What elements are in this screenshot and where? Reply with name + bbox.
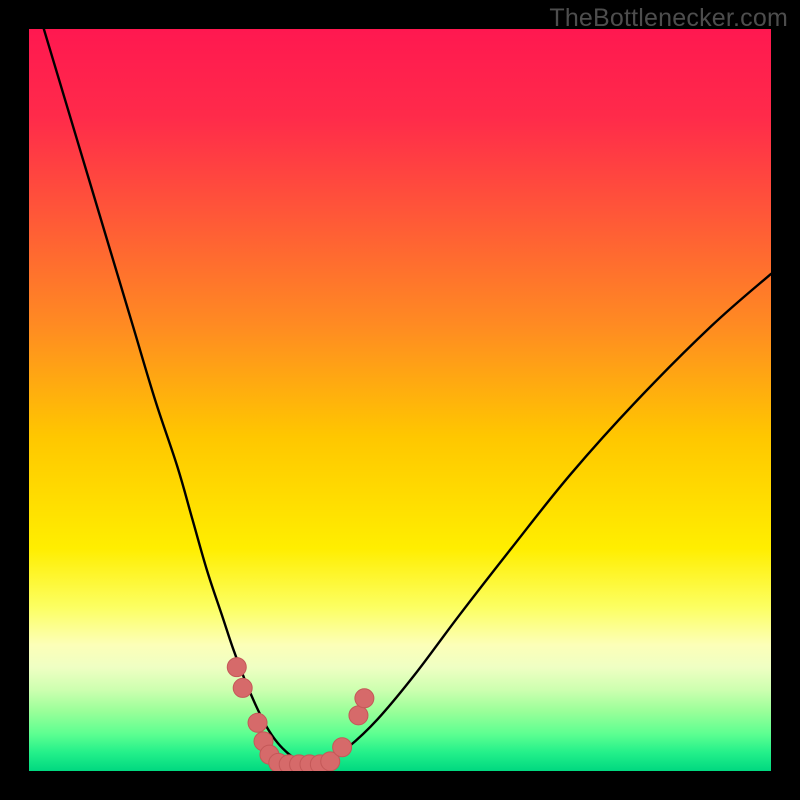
- gradient-background: [29, 29, 771, 771]
- outer-frame: TheBottlenecker.com: [0, 0, 800, 800]
- highlight-dot: [349, 706, 368, 725]
- plot-area: [29, 29, 771, 771]
- chart-svg: [29, 29, 771, 771]
- highlight-dot: [233, 678, 252, 697]
- highlight-dot: [333, 738, 352, 757]
- highlight-dot: [355, 689, 374, 708]
- highlight-dot: [227, 658, 246, 677]
- watermark-text: TheBottlenecker.com: [549, 4, 788, 33]
- highlight-dot: [248, 713, 267, 732]
